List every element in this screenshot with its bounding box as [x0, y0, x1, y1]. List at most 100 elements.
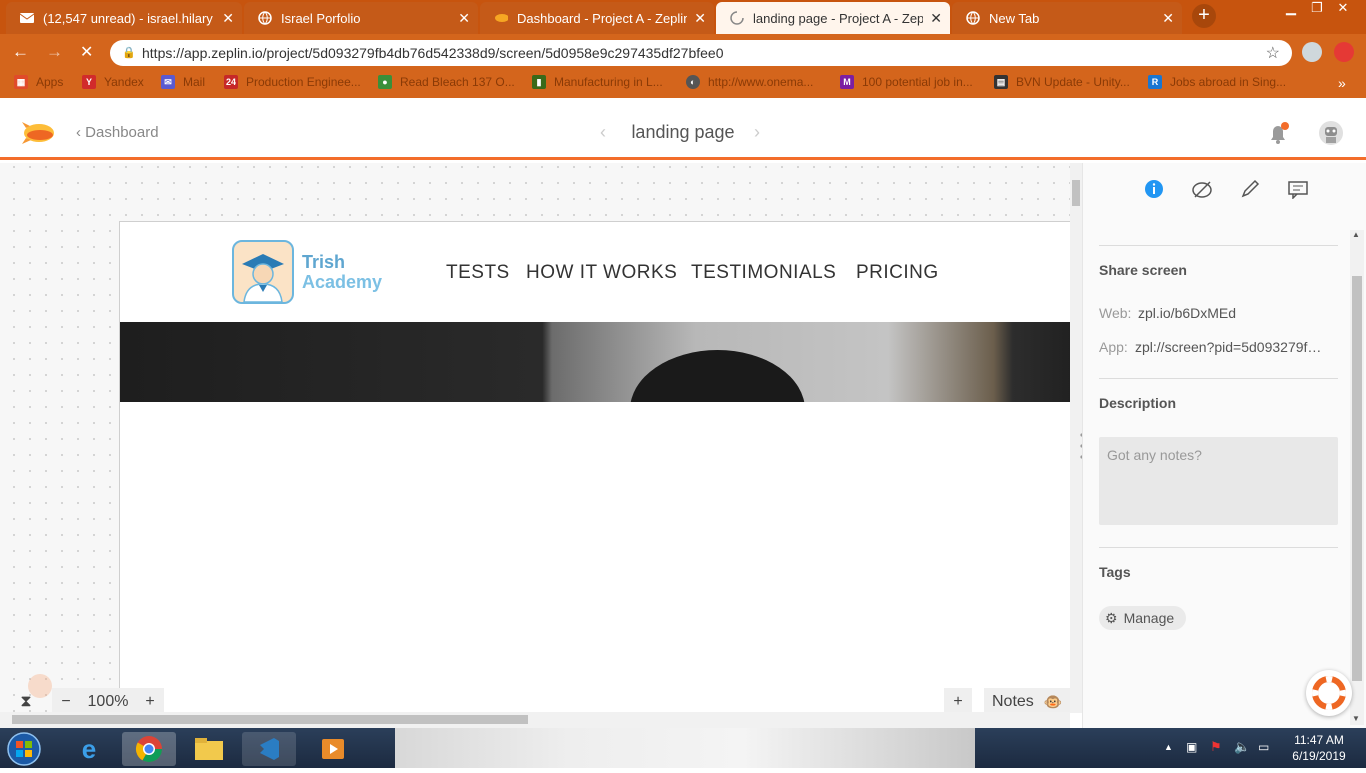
tray-flag-icon[interactable]: ⚑ [1210, 739, 1222, 755]
internet-explorer-icon[interactable]: e [62, 732, 116, 766]
close-icon[interactable]: ✕ [930, 10, 942, 27]
bookmark-bleach[interactable]: ● Read Bleach 137 O... [378, 75, 515, 89]
tab-title: Dashboard - Project A - Zeplin [517, 10, 687, 26]
scroll-up-arrow-icon[interactable]: ▲ [1352, 230, 1360, 239]
tray-device-icon[interactable]: ▣ [1186, 740, 1197, 754]
show-hidden-icons-arrow[interactable]: ▲ [1164, 742, 1173, 752]
bank-icon: ▤ [994, 75, 1008, 89]
hide-overlay-icon[interactable] [1189, 177, 1215, 201]
bookmark-mail[interactable]: ✉ Mail [161, 75, 205, 89]
bookmark-yandex[interactable]: Y Yandex [82, 75, 144, 89]
web-link-label: Web: [1099, 305, 1132, 321]
graduate-logo-icon [232, 240, 294, 304]
manage-label: Manage [1123, 610, 1175, 626]
r-icon: R [1148, 75, 1162, 89]
zeplin-header: ‹ Dashboard ‹ landing page › [0, 98, 1366, 160]
calendar-icon: 24 [224, 75, 238, 89]
app-link-value[interactable]: zpl://screen?pid=5d093279fb4db76d542338d… [1135, 339, 1328, 355]
divider [1099, 245, 1338, 246]
next-screen-icon[interactable]: › [754, 122, 760, 143]
minimize-icon[interactable]: ▁ [1278, 0, 1304, 18]
vs-code-icon[interactable] [242, 732, 296, 766]
zoom-out-button[interactable]: − [52, 693, 80, 711]
panel-scroll-thumb[interactable] [1352, 276, 1362, 681]
back-arrow-icon[interactable]: ← [12, 42, 29, 62]
comment-icon[interactable] [1285, 177, 1311, 201]
close-icon[interactable]: ✕ [1162, 10, 1174, 27]
description-notes-field[interactable]: Got any notes? [1099, 437, 1338, 525]
brand-name-line2: Academy [302, 272, 383, 292]
tags-heading: Tags [1099, 564, 1131, 580]
browser-tab-dashboard[interactable]: Dashboard - Project A - Zeplin ✕ [480, 2, 714, 34]
bookmarks-bar: ▦ Apps Y Yandex ✉ Mail 24 Production Enginee… [0, 70, 1366, 98]
address-bar[interactable]: 🔒 https://app.zeplin.io/project/5d093279… [110, 40, 1292, 66]
description-heading: Description [1099, 395, 1177, 411]
close-icon[interactable]: ✕ [458, 10, 470, 27]
share-screen-heading: Share screen [1099, 262, 1187, 278]
more-bookmarks-icon[interactable]: » [1338, 75, 1346, 91]
apps-grid-icon: ▦ [14, 75, 28, 89]
site-nav-how-it-works: HOW IT WORKS [526, 262, 678, 283]
bookmark-manufacturing[interactable]: ▮ Manufacturing in L... [532, 75, 663, 89]
close-icon[interactable]: ✕ [222, 10, 234, 27]
vertical-scroll-thumb[interactable] [1072, 180, 1080, 206]
taskbar-clock[interactable]: 11:47 AM 6/19/2019 [1278, 732, 1360, 764]
lock-icon: 🔒 [122, 47, 136, 59]
chrome-icon[interactable] [122, 732, 176, 766]
chart-icon: ▮ [532, 75, 546, 89]
scroll-down-arrow-icon[interactable]: ▼ [1352, 714, 1360, 723]
windows-start-button[interactable] [4, 730, 44, 768]
notes-label: Notes [992, 693, 1034, 710]
info-icon[interactable] [1141, 177, 1167, 201]
bookmark-production[interactable]: 24 Production Enginee... [224, 75, 361, 89]
mail-icon: ✉ [161, 75, 175, 89]
clock-date: 6/19/2019 [1292, 749, 1346, 763]
bookmark-bvn[interactable]: ▤ BVN Update - Unity... [994, 75, 1130, 89]
forward-arrow-icon[interactable]: → [46, 42, 63, 62]
site-nav-pricing: PRICING [856, 262, 939, 283]
artboard-landing-page[interactable]: Trish Academy TESTS HOW IT WORKS TESTIMO… [119, 221, 1070, 728]
close-icon[interactable]: ✕ [694, 10, 706, 27]
horizontal-scroll-thumb[interactable] [12, 715, 528, 724]
bookmark-apps[interactable]: ▦ Apps [14, 75, 63, 89]
zoom-in-button[interactable]: + [136, 693, 164, 711]
bookmark-jobs-abroad[interactable]: R Jobs abroad in Sing... [1148, 75, 1286, 89]
loading-icon [730, 11, 744, 25]
stop-icon[interactable]: ✕ [80, 42, 93, 62]
monkey-icon: 🐵 [1043, 694, 1063, 711]
brand-name-line1: Trish [302, 252, 346, 272]
taskbar-background-image [395, 728, 975, 768]
browser-tab-landing-page[interactable]: landing page - Project A - Zeplin ✕ [716, 2, 950, 34]
browser-tab-portfolio[interactable]: Israel Porfolio ✕ [244, 2, 478, 34]
web-link-value[interactable]: zpl.io/b6DxMEd [1138, 305, 1338, 321]
pen-icon[interactable] [1237, 177, 1263, 201]
hero-image [120, 322, 1070, 402]
volume-icon[interactable]: 🔈 [1234, 739, 1250, 755]
browser-tab-mail[interactable]: (12,547 unread) - israel.hilary7@ ✕ [6, 2, 242, 34]
bookmark-jobs[interactable]: M 100 potential job in... [840, 75, 973, 89]
bookmark-star-icon[interactable]: ☆ [1266, 43, 1280, 63]
design-canvas[interactable]: Trish Academy TESTS HOW IT WORKS TESTIMO… [0, 163, 1070, 728]
user-avatar[interactable] [1318, 120, 1344, 151]
zeplin-icon [494, 11, 508, 25]
divider [1099, 547, 1338, 548]
app-link-label: App: [1099, 339, 1128, 355]
media-player-icon[interactable] [306, 732, 360, 766]
extension-icon[interactable] [1302, 42, 1322, 62]
bookmark-onema[interactable]: ◐ http://www.onema... [686, 75, 813, 89]
m-icon: M [840, 75, 854, 89]
mail-icon [20, 11, 34, 25]
globe-icon [258, 11, 272, 25]
manage-tags-button[interactable]: ⚙ Manage [1099, 606, 1187, 630]
new-tab-button[interactable]: + [1192, 4, 1216, 28]
restore-icon[interactable]: ❐ [1304, 0, 1330, 18]
extension-update-icon[interactable] [1334, 42, 1354, 62]
network-icon[interactable]: ▭ [1258, 740, 1269, 754]
file-explorer-icon[interactable] [182, 732, 236, 766]
tab-title: Israel Porfolio [281, 10, 361, 26]
browser-tab-new-tab[interactable]: New Tab ✕ [952, 2, 1182, 34]
notifications-bell-icon[interactable] [1266, 120, 1292, 151]
close-window-icon[interactable]: ✕ [1330, 0, 1356, 18]
help-lifebuoy-button[interactable] [1306, 670, 1352, 716]
hero-portrait [630, 350, 805, 402]
